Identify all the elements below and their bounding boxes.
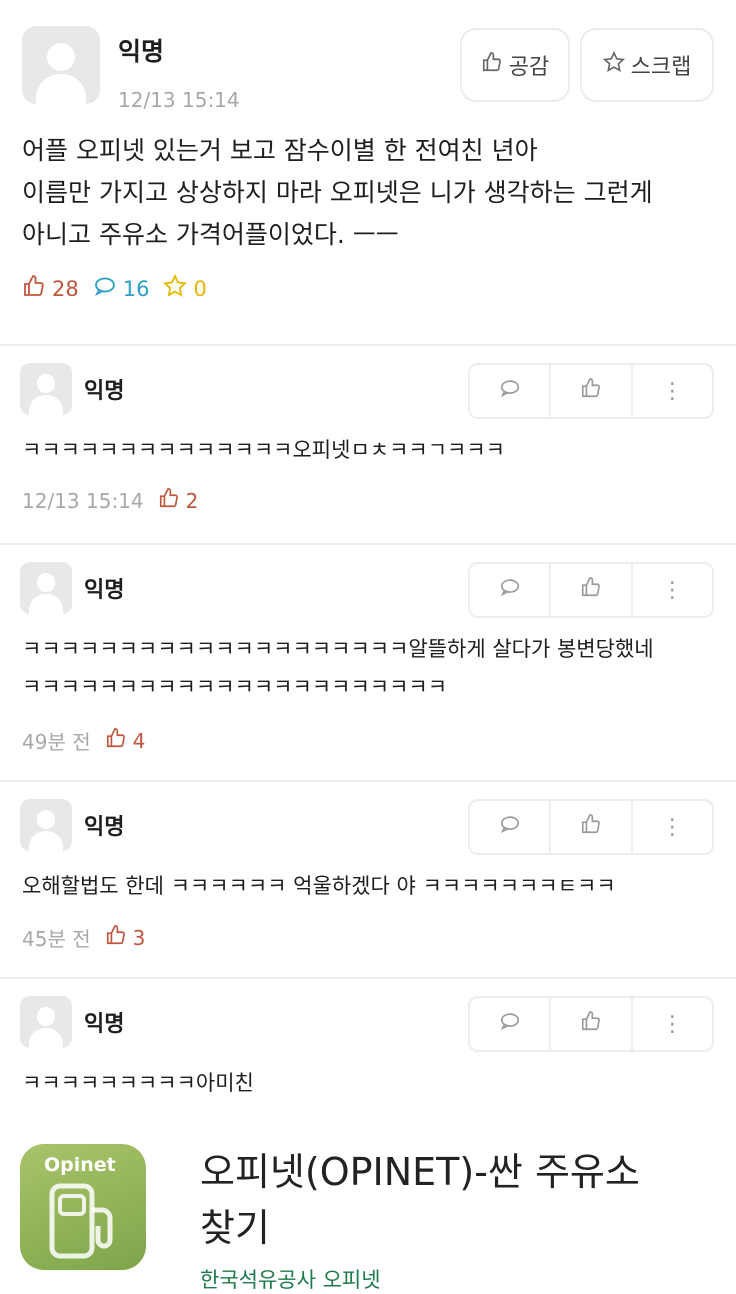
post-content: 어플 오피넷 있는거 보고 잠수이별 한 전여친 년아 이름만 가지고 상상하지… (22, 136, 653, 249)
comment-likes: 2 (158, 487, 199, 514)
thumbs-up-icon (105, 924, 127, 951)
comment-avatar (20, 562, 72, 614)
comment-item: 익명 ⋮ ㅋㅋㅋㅋㅋㅋㅋㅋㅋ아미친 (0, 978, 736, 1116)
comment-time: 49분 전 (22, 730, 91, 754)
comment-avatar (20, 996, 72, 1048)
scraps-value: 0 (193, 276, 207, 301)
comment-likes-value: 3 (132, 925, 146, 950)
comment-text: ㅋㅋㅋㅋㅋㅋㅋㅋㅋㅋㅋㅋㅋㅋ오피넷ㅁㅊㅋㅋㄱㅋㅋㅋ (22, 438, 505, 462)
comment-icon (499, 377, 521, 405)
star-icon (163, 273, 188, 303)
comment-meta: 49분 전 4 (22, 726, 145, 755)
comment-time: 12/13 15:14 (22, 488, 144, 513)
comment-actions: ⋮ (468, 562, 714, 618)
comment-actions: ⋮ (468, 799, 714, 855)
thumbs-up-icon (580, 576, 602, 604)
comment-likes-value: 4 (132, 728, 146, 753)
comments-count: 16 (93, 274, 150, 303)
comment-avatar (20, 363, 72, 415)
comment-meta: 45분 전 3 (22, 923, 145, 952)
thumbs-up-icon (22, 274, 46, 303)
app-banner[interactable]: Opinet 오피넷(OPINET)-싼 주유소 찾기 한국석유공사 오피넷 (0, 1116, 736, 1293)
thumbs-up-icon (481, 51, 503, 79)
star-icon (602, 50, 625, 79)
more-options-button[interactable]: ⋮ (633, 564, 712, 616)
comment-avatar (20, 799, 72, 851)
fuel-pump-icon (49, 1183, 113, 1259)
comment-item: 익명 ⋮ ㅋㅋㅋㅋㅋㅋㅋㅋㅋㅋㅋㅋㅋㅋㅋㅋㅋㅋㅋㅋ알뜰하게 살다가 봉변당했네 … (0, 544, 736, 780)
author-avatar (22, 26, 100, 104)
comment-likes: 3 (105, 924, 146, 951)
app-title: 오피넷(OPINET)-싼 주유소 찾기 (200, 1150, 640, 1250)
comment-like-button[interactable] (551, 998, 633, 1050)
reply-button[interactable] (470, 801, 552, 853)
thumbs-up-icon (580, 1010, 602, 1038)
comment-icon (499, 576, 521, 604)
thumbs-up-icon (580, 813, 602, 841)
like-button[interactable]: 공감 (460, 28, 570, 102)
app-icon-label: Opinet (44, 1154, 116, 1176)
more-vertical-icon: ⋮ (661, 577, 684, 603)
post-author: 익명 (118, 37, 165, 66)
more-options-button[interactable]: ⋮ (633, 998, 712, 1050)
more-vertical-icon: ⋮ (661, 1011, 684, 1037)
comment-likes-value: 2 (185, 488, 199, 513)
comment-author: 익명 (84, 379, 125, 404)
comment-like-button[interactable] (551, 564, 633, 616)
reply-button[interactable] (470, 365, 552, 417)
scraps-count: 0 (163, 273, 207, 303)
comment-time: 45분 전 (22, 927, 91, 951)
comment-actions: ⋮ (468, 363, 714, 419)
reply-button[interactable] (470, 998, 552, 1050)
comment-text: ㅋㅋㅋㅋㅋㅋㅋㅋㅋ아미친 (22, 1071, 254, 1095)
comments-value: 16 (122, 276, 150, 301)
app-developer: 한국석유공사 오피넷 (200, 1268, 381, 1292)
comment-text: ㅋㅋㅋㅋㅋㅋㅋㅋㅋㅋㅋㅋㅋㅋㅋㅋㅋㅋㅋㅋ알뜰하게 살다가 봉변당했네 ㅋㅋㅋㅋㅋ… (22, 637, 654, 699)
comment-author: 익명 (84, 1012, 125, 1037)
thumbs-up-icon (105, 727, 127, 754)
like-button-label: 공감 (508, 55, 550, 80)
more-vertical-icon: ⋮ (661, 378, 684, 404)
comment-like-button[interactable] (551, 365, 633, 417)
comment-text: 오해할법도 한데 ㅋㅋㅋㅋㅋㅋ 억울하겠다 야 ㅋㅋㅋㅋㅋㅋㅋㅌㅋㅋ (22, 874, 616, 898)
comment-item: 익명 ⋮ 오해할법도 한데 ㅋㅋㅋㅋㅋㅋ 억울하겠다 야 ㅋㅋㅋㅋㅋㅋㅋㅌㅋㅋ … (0, 781, 736, 977)
more-vertical-icon: ⋮ (661, 814, 684, 840)
likes-value: 28 (52, 276, 79, 301)
more-options-button[interactable]: ⋮ (633, 801, 712, 853)
post: 익명 12/13 15:14 공감 스크랩 어플 오피넷 있는거 보고 잠수이별… (0, 0, 736, 345)
reply-button[interactable] (470, 564, 552, 616)
scrap-button-label: 스크랩 (630, 55, 692, 80)
comment-author: 익명 (84, 578, 125, 603)
post-stats: 28 16 0 (22, 273, 207, 303)
comment-author: 익명 (84, 815, 125, 840)
likes-count: 28 (22, 274, 79, 303)
scrap-button[interactable]: 스크랩 (580, 28, 714, 102)
comment-like-button[interactable] (551, 801, 633, 853)
comment-meta: 12/13 15:14 2 (22, 487, 198, 514)
app-icon: Opinet (20, 1144, 146, 1270)
comment-item: 익명 ⋮ ㅋㅋㅋㅋㅋㅋㅋㅋㅋㅋㅋㅋㅋㅋ오피넷ㅁㅊㅋㅋㄱㅋㅋㅋ 12/13 15:… (0, 345, 736, 543)
comment-icon (499, 813, 521, 841)
comment-icon (499, 1010, 521, 1038)
comment-icon (93, 274, 117, 303)
comment-likes: 4 (105, 727, 146, 754)
more-options-button[interactable]: ⋮ (633, 365, 712, 417)
thumbs-up-icon (580, 377, 602, 405)
post-time: 12/13 15:14 (118, 88, 240, 112)
thumbs-up-icon (158, 487, 180, 514)
comment-actions: ⋮ (468, 996, 714, 1052)
